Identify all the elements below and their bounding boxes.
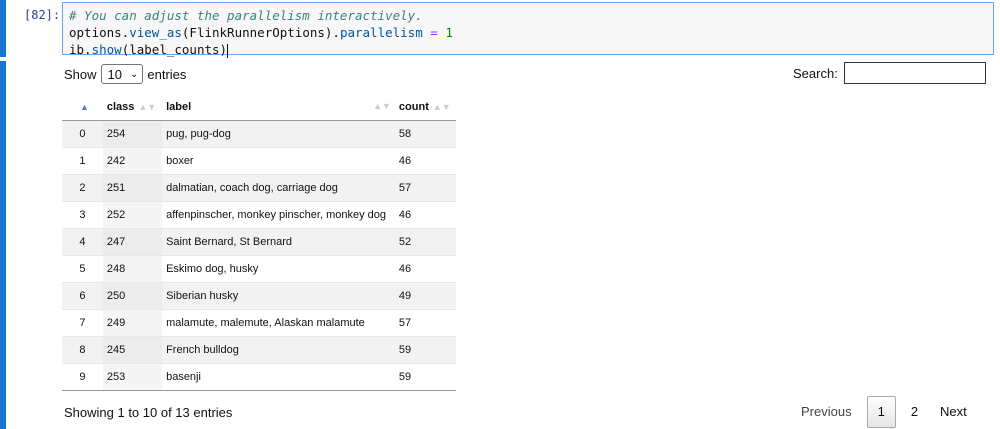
table-row: 5 248 Eskimo dog, husky 46 xyxy=(62,255,456,283)
sort-both-icon: ▲▼ xyxy=(138,102,157,112)
code-line-2: options.view_as(FlinkRunnerOptions).para… xyxy=(69,24,987,41)
table-row: 1 242 boxer 46 xyxy=(62,147,456,175)
cell-index: 9 xyxy=(62,363,103,391)
code-token: (FlinkRunnerOptions). xyxy=(181,25,340,40)
cell-label: French bulldog xyxy=(162,336,395,364)
code-editor[interactable]: # You can adjust the parallelism interac… xyxy=(62,2,994,58)
table-row: 7 249 malamute, malemute, Alaskan malamute… xyxy=(62,309,456,337)
search-input[interactable] xyxy=(843,62,986,84)
input-cell-indicator xyxy=(0,0,6,57)
code-comment: # You can adjust the parallelism interac… xyxy=(69,8,423,23)
page-1-button[interactable]: 1 xyxy=(866,396,896,428)
cell-count: 58 xyxy=(394,120,456,148)
entries-select-value: 10 xyxy=(107,66,122,82)
table-row: 4 247 Saint Bernard, St Bernard 52 xyxy=(62,228,456,256)
cell-class: 245 xyxy=(102,336,163,364)
table-row: 6 250 Siberian husky 49 xyxy=(62,282,456,310)
cell-count: 46 xyxy=(394,255,456,283)
search-label: Search: xyxy=(793,65,838,81)
code-token: 1 xyxy=(445,25,453,40)
table-row: 9 253 basenji 59 xyxy=(62,363,456,391)
cell-count: 46 xyxy=(394,201,456,229)
cell-class: 249 xyxy=(102,309,163,337)
next-button[interactable]: Next xyxy=(929,397,978,427)
entries-length-control: Show 10 ⌄ entries xyxy=(64,64,186,84)
code-token: show xyxy=(91,42,122,57)
cell-count: 46 xyxy=(394,147,456,175)
sort-both-icon: ▲▼ xyxy=(373,101,391,111)
cell-index: 4 xyxy=(62,228,103,256)
cell-label: affenpinscher, monkey pinscher, monkey d… xyxy=(162,201,395,229)
show-label: Show xyxy=(64,66,97,82)
column-header-class[interactable]: class ▲▼ xyxy=(102,94,163,121)
cell-count: 52 xyxy=(394,228,456,256)
entries-select[interactable]: 10 ⌄ xyxy=(100,64,144,84)
chevron-down-icon: ⌄ xyxy=(130,68,139,80)
previous-button[interactable]: Previous xyxy=(790,397,863,427)
column-header-label[interactable]: label ▲▼ xyxy=(162,94,395,121)
table-row: 3 252 affenpinscher, monkey pinscher, monk… xyxy=(62,201,456,229)
sort-asc-icon: ▲ xyxy=(79,102,89,112)
entries-label: entries xyxy=(147,66,187,82)
column-header-index[interactable]: ▲ xyxy=(62,94,103,121)
code-token: options. xyxy=(69,25,130,40)
table-row: 2 251 dalmatian, coach dog, carriage dog 57 xyxy=(62,174,456,202)
table-row: 8 245 French bulldog 59 xyxy=(62,336,456,364)
code-token: parallelism xyxy=(339,25,423,40)
page-2-button[interactable]: 2 xyxy=(900,397,929,427)
code-token: view_as xyxy=(129,25,182,40)
cell-label: Saint Bernard, St Bernard xyxy=(162,228,395,256)
cell-class: 242 xyxy=(102,147,163,175)
cell-label: Siberian husky xyxy=(162,282,395,310)
cell-label: basenji xyxy=(162,363,395,391)
table-header-row: ▲ class ▲▼ label ▲▼ count ▲▼ xyxy=(62,94,456,121)
text-cursor xyxy=(227,43,229,58)
table-body: 0 254 pug, pug-dog 58 1 242 boxer 46 2 251 dalmati… xyxy=(62,120,456,391)
cell-label: Eskimo dog, husky xyxy=(162,255,395,283)
cell-index: 3 xyxy=(62,201,103,229)
cell-class: 247 xyxy=(102,228,163,256)
search-control: Search: xyxy=(793,62,986,84)
cell-index: 5 xyxy=(62,255,103,283)
cell-label: dalmatian, coach dog, carriage dog xyxy=(162,174,395,202)
cell-count: 57 xyxy=(394,309,456,337)
cell-count: 49 xyxy=(394,282,456,310)
cell-label: malamute, malemute, Alaskan malamute xyxy=(162,309,395,337)
cell-class: 248 xyxy=(102,255,163,283)
cell-count: 57 xyxy=(394,174,456,202)
cell-index: 7 xyxy=(62,309,103,337)
output-cell-indicator xyxy=(0,61,6,429)
table-info: Showing 1 to 10 of 13 entries xyxy=(64,405,233,420)
cell-class: 252 xyxy=(102,201,163,229)
cell-index: 8 xyxy=(62,336,103,364)
code-line-1: # You can adjust the parallelism interac… xyxy=(69,7,987,24)
cell-label: pug, pug-dog xyxy=(162,120,395,148)
cell-label: boxer xyxy=(162,147,395,175)
code-line-3: ib.show(label_counts) xyxy=(69,41,987,58)
pagination: Previous 1 2 Next xyxy=(790,396,978,428)
code-token: = xyxy=(422,25,446,40)
sort-both-icon: ▲▼ xyxy=(432,102,451,112)
table-row: 0 254 pug, pug-dog 58 xyxy=(62,120,456,148)
cell-prompt: [82]: xyxy=(24,8,61,22)
cell-index: 2 xyxy=(62,174,103,202)
cell-index: 1 xyxy=(62,147,103,175)
cell-class: 254 xyxy=(102,120,163,148)
cell-count: 59 xyxy=(394,363,456,391)
column-header-count[interactable]: count ▲▼ xyxy=(394,94,456,121)
cell-index: 0 xyxy=(62,120,103,148)
cell-class: 250 xyxy=(102,282,163,310)
cell-class: 253 xyxy=(102,363,163,391)
cell-count: 59 xyxy=(394,336,456,364)
data-table: ▲ class ▲▼ label ▲▼ count ▲▼ 0 254 pug, pug-d… xyxy=(62,94,456,391)
cell-index: 6 xyxy=(62,282,103,310)
code-token: ib. xyxy=(69,42,92,57)
code-token: (label_counts) xyxy=(121,42,228,57)
cell-class: 251 xyxy=(102,174,163,202)
